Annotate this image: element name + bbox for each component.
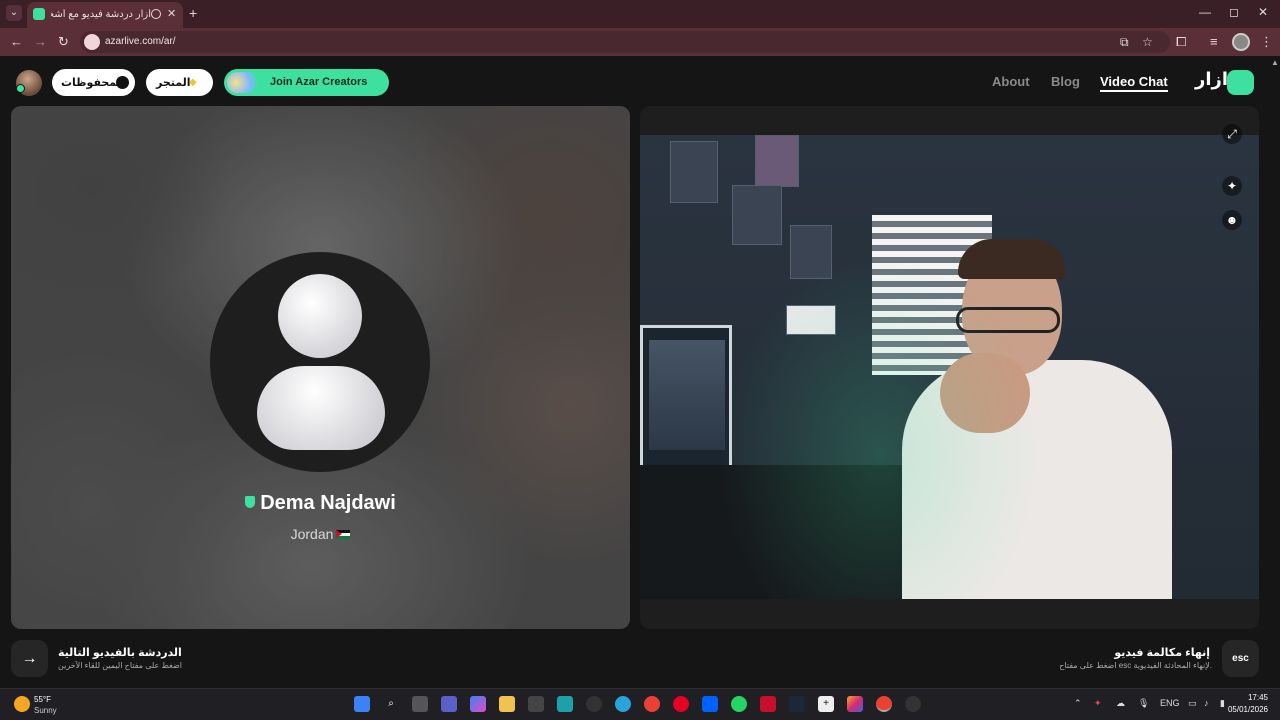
shop-label: المتجر xyxy=(156,77,191,89)
language-indicator[interactable]: ENG xyxy=(1160,698,1180,708)
address-bar[interactable]: azarlive.com/ar/ ⧉ ☆ xyxy=(80,31,1170,53)
tray-overflow-icon[interactable]: ⌃ xyxy=(1074,698,1082,709)
azar-page: المحفوظات المتجر ◆ Join Azar Creators Ab… xyxy=(0,56,1280,688)
shield-icon xyxy=(245,496,256,508)
pinterest-icon[interactable] xyxy=(673,696,689,712)
weather-sun-icon[interactable] xyxy=(14,696,30,712)
telegram-icon[interactable] xyxy=(615,696,631,712)
back-icon[interactable]: ← xyxy=(10,34,23,49)
clock-date[interactable]: 05/01/2026 xyxy=(1228,705,1268,714)
file-explorer-icon[interactable] xyxy=(499,696,515,712)
network-icon[interactable]: ▭ xyxy=(1188,698,1197,709)
netflix-icon[interactable] xyxy=(760,696,776,712)
partner-avatar-placeholder xyxy=(210,252,430,472)
clock-time[interactable]: 17:45 xyxy=(1248,693,1268,702)
copilot-icon[interactable] xyxy=(470,696,486,712)
reload-icon[interactable]: ↻ xyxy=(58,34,69,50)
chatgpt-icon[interactable] xyxy=(586,696,602,712)
self-camera-feed xyxy=(640,135,1259,599)
chrome-icon[interactable] xyxy=(644,696,660,712)
tab-close-icon[interactable]: ✕ xyxy=(167,7,176,20)
online-status-icon xyxy=(16,84,25,93)
site-info-icon[interactable] xyxy=(84,34,100,50)
tab-title: أزار دردشة فيديو مع أشخاص xyxy=(51,9,151,20)
expand-icon[interactable]: ⤢ xyxy=(1222,124,1242,144)
obs-icon[interactable] xyxy=(905,696,921,712)
dropbox-icon[interactable] xyxy=(702,696,718,712)
chrome-active-icon[interactable] xyxy=(876,696,892,712)
battery-icon[interactable]: ▮ xyxy=(1220,698,1225,709)
weather-temp[interactable]: 55°F xyxy=(34,695,51,704)
azar-favicon-icon xyxy=(33,8,45,20)
menu-icon[interactable]: ⋮ xyxy=(1260,34,1273,50)
task-view-icon[interactable] xyxy=(412,696,428,712)
bookmark-star-icon[interactable]: ☆ xyxy=(1142,35,1153,49)
next-chat-hint: اضغط على مفتاح اليمين للقاء الآخرين xyxy=(58,661,183,670)
clock-icon xyxy=(116,76,129,89)
end-call-title: إنهاء مكالمة فيديو xyxy=(1114,647,1210,659)
reading-list-icon[interactable]: ≡ xyxy=(1210,34,1218,49)
sparkle-effects-icon[interactable]: ✦ xyxy=(1222,176,1242,196)
person-head-icon xyxy=(278,274,362,358)
audio-icon[interactable] xyxy=(151,9,161,19)
teams-icon[interactable] xyxy=(441,696,457,712)
browser-toolbar: ← → ↻ azarlive.com/ar/ ⧉ ☆ ⧠ ≡ ⋮ xyxy=(0,28,1280,56)
whatsapp-icon[interactable] xyxy=(731,696,747,712)
end-call-hint: اضغط على مفتاح esc لإنهاء المحادثة الفيد… xyxy=(1059,661,1212,670)
next-chat-button[interactable]: → xyxy=(11,640,48,677)
windows-taskbar: 55°F Sunny ⌕ + ⌃ ✦ ☁ 🎙 ENG ▭ ♪ ▮ 17:45 0… xyxy=(0,688,1280,720)
partner-country: Jordan xyxy=(290,526,334,542)
self-video-panel: ⤢ ✦ ☻ xyxy=(640,106,1259,629)
scrollbar-up-icon[interactable]: ▲ xyxy=(1271,58,1279,67)
start-icon[interactable] xyxy=(354,696,370,712)
weather-condition[interactable]: Sunny xyxy=(34,706,57,715)
onedrive-icon[interactable]: ☁ xyxy=(1116,698,1125,709)
jordan-flag-icon xyxy=(336,530,351,539)
nav-about[interactable]: About xyxy=(992,74,1030,89)
azar-logo-icon[interactable] xyxy=(1227,70,1254,95)
profile-avatar[interactable] xyxy=(1232,33,1250,51)
partner-name-row: Dema Najdawi xyxy=(11,492,630,515)
tab-search-icon[interactable]: ⌄ xyxy=(6,5,22,21)
gem-icon: ◆ xyxy=(189,77,197,88)
nav-blog[interactable]: Blog xyxy=(1051,74,1080,89)
face-filter-icon[interactable]: ☻ xyxy=(1222,210,1242,230)
creators-badge-icon xyxy=(227,72,257,93)
partner-video-panel: Dema Najdawi Jordan xyxy=(11,106,630,629)
add-app-icon[interactable]: + xyxy=(818,696,834,712)
extensions-icon[interactable]: ⧠ xyxy=(1176,34,1186,50)
forward-icon[interactable]: → xyxy=(34,34,47,49)
green-light-glow xyxy=(640,135,1259,599)
minimize-icon[interactable]: — xyxy=(1199,5,1211,19)
volume-icon[interactable]: ♪ xyxy=(1204,698,1209,708)
shop-button[interactable]: المتجر ◆ xyxy=(146,69,213,96)
maximize-icon[interactable]: ◻ xyxy=(1229,5,1239,19)
tray-app-icon[interactable]: ✦ xyxy=(1094,698,1102,709)
install-app-icon[interactable]: ⧉ xyxy=(1120,35,1129,50)
partner-name: Dema Najdawi xyxy=(260,492,396,514)
microphone-icon[interactable]: 🎙 xyxy=(1138,698,1149,709)
next-chat-title: الدردشة بالفيديو التالية xyxy=(58,647,182,659)
edge-icon[interactable] xyxy=(557,696,573,712)
saved-button[interactable]: المحفوظات xyxy=(52,69,135,96)
new-tab-icon[interactable]: + xyxy=(189,5,197,21)
steam-icon[interactable] xyxy=(789,696,805,712)
instagram-icon[interactable] xyxy=(847,696,863,712)
search-icon[interactable]: ⌕ xyxy=(383,696,399,712)
store-icon[interactable] xyxy=(528,696,544,712)
browser-tab-bar: ⌄ أزار دردشة فيديو مع أشخاص ✕ + — ◻ ✕ xyxy=(0,0,1280,28)
join-creators-button[interactable]: Join Azar Creators xyxy=(224,69,389,96)
close-window-icon[interactable]: ✕ xyxy=(1258,5,1268,19)
end-call-button[interactable]: esc xyxy=(1222,640,1259,677)
creators-label: Join Azar Creators xyxy=(270,76,368,88)
browser-tab[interactable]: أزار دردشة فيديو مع أشخاص ✕ xyxy=(27,2,183,28)
person-body-icon xyxy=(257,366,385,450)
partner-country-row: Jordan xyxy=(11,526,630,542)
azar-logo-text[interactable]: ازار xyxy=(1195,69,1228,90)
nav-video-chat[interactable]: Video Chat xyxy=(1100,74,1168,92)
url-text[interactable]: azarlive.com/ar/ xyxy=(105,36,176,47)
